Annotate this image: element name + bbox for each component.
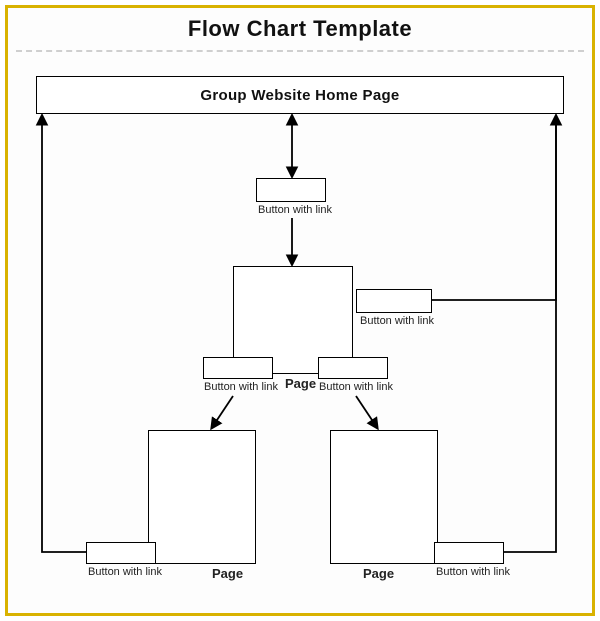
- page-box-right: [330, 430, 438, 564]
- page-box-left: [148, 430, 256, 564]
- button-box-right-mid: [318, 357, 388, 379]
- button-box-left-bottom: [86, 542, 156, 564]
- page-label-left: Page: [212, 566, 243, 581]
- home-page-label: Group Website Home Page: [200, 87, 399, 104]
- button-box-right-bottom: [434, 542, 504, 564]
- button-box-top: [256, 178, 326, 202]
- home-page-box: Group Website Home Page: [36, 76, 564, 114]
- divider: [16, 50, 584, 52]
- button-box-left-mid: [203, 357, 273, 379]
- button-label-top: Button with link: [258, 204, 332, 216]
- document-frame: Flow Chart Template Group Website Home P…: [5, 5, 595, 616]
- button-label-topright: Button with link: [360, 315, 434, 327]
- page-label-right: Page: [363, 566, 394, 581]
- diagram-title: Flow Chart Template: [8, 16, 592, 42]
- button-label-left-mid: Button with link: [204, 381, 278, 393]
- button-label-right-bottom: Button with link: [436, 566, 510, 578]
- button-label-left-bottom: Button with link: [88, 566, 162, 578]
- page-label-mid: Page: [285, 376, 316, 391]
- button-box-topright: [356, 289, 432, 313]
- flowchart-canvas: Flow Chart Template Group Website Home P…: [8, 8, 592, 613]
- button-label-right-mid: Button with link: [319, 381, 393, 393]
